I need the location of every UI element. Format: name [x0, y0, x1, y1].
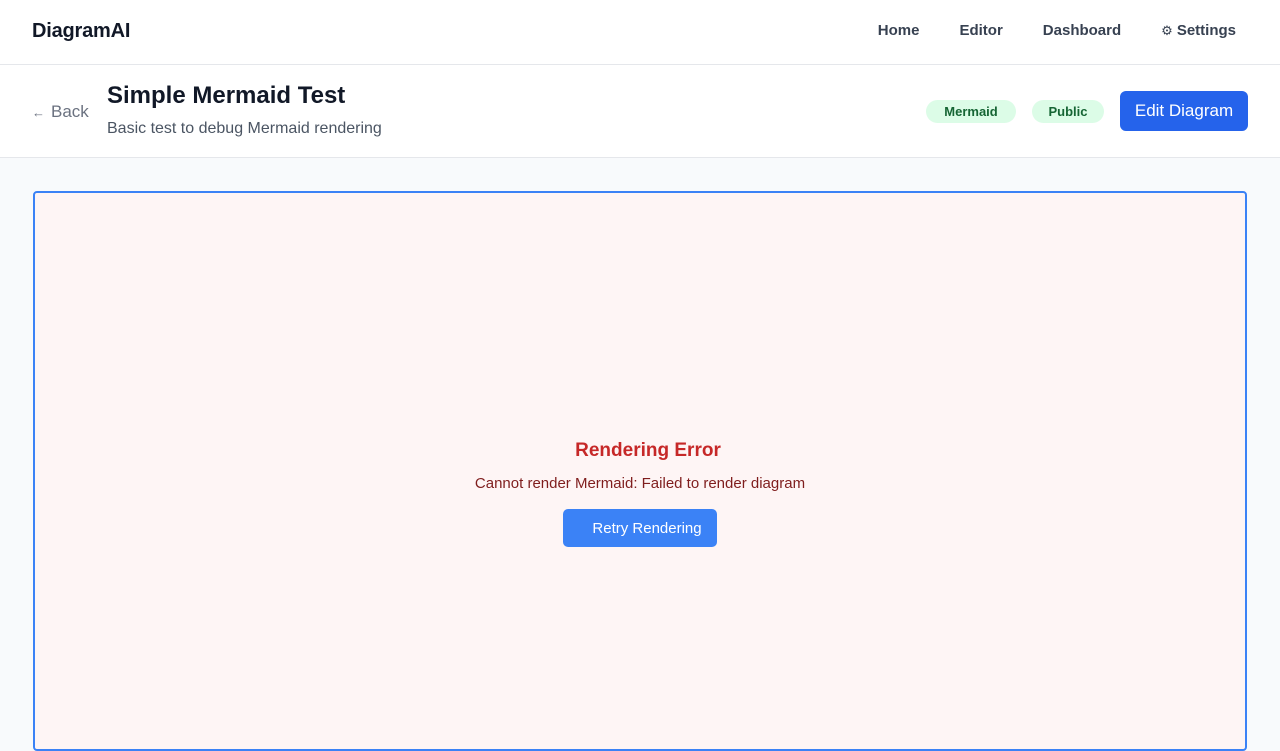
- nav-home-link[interactable]: Home: [878, 22, 920, 39]
- back-arrow-icon: ←: [32, 105, 45, 120]
- top-navbar: DiagramAI Home Editor Dashboard ⚙ Setting…: [0, 0, 1280, 65]
- nav-settings-label: Settings: [1176, 22, 1236, 39]
- nav-editor-link[interactable]: Editor: [959, 22, 1002, 39]
- page-title: Simple Mermaid Test: [107, 82, 346, 109]
- visibility-badge: Public: [1032, 100, 1104, 123]
- diagram-type-badge: Mermaid: [926, 100, 1016, 123]
- error-message: Cannot render Mermaid: Failed to render …: [474, 475, 806, 492]
- nav-settings-link[interactable]: ⚙ Settings: [1161, 22, 1236, 39]
- diagram-header: ← Back Simple Mermaid Test Basic test to …: [0, 65, 1280, 158]
- edit-diagram-button[interactable]: Edit Diagram: [1120, 91, 1248, 131]
- back-button[interactable]: ← Back: [32, 102, 89, 122]
- main-nav: Home Editor Dashboard ⚙ Settings: [878, 22, 1236, 39]
- diagram-canvas: Rendering Error Cannot render Mermaid: F…: [33, 191, 1247, 751]
- error-title: Rendering Error: [575, 440, 721, 461]
- app-logo[interactable]: DiagramAI: [32, 20, 130, 43]
- back-label: Back: [51, 102, 89, 121]
- nav-dashboard-link[interactable]: Dashboard: [1043, 22, 1121, 39]
- gear-icon: ⚙: [1161, 23, 1173, 38]
- retry-rendering-button[interactable]: Retry Rendering: [563, 509, 717, 547]
- diagram-description: Basic test to debug Mermaid rendering: [107, 120, 382, 137]
